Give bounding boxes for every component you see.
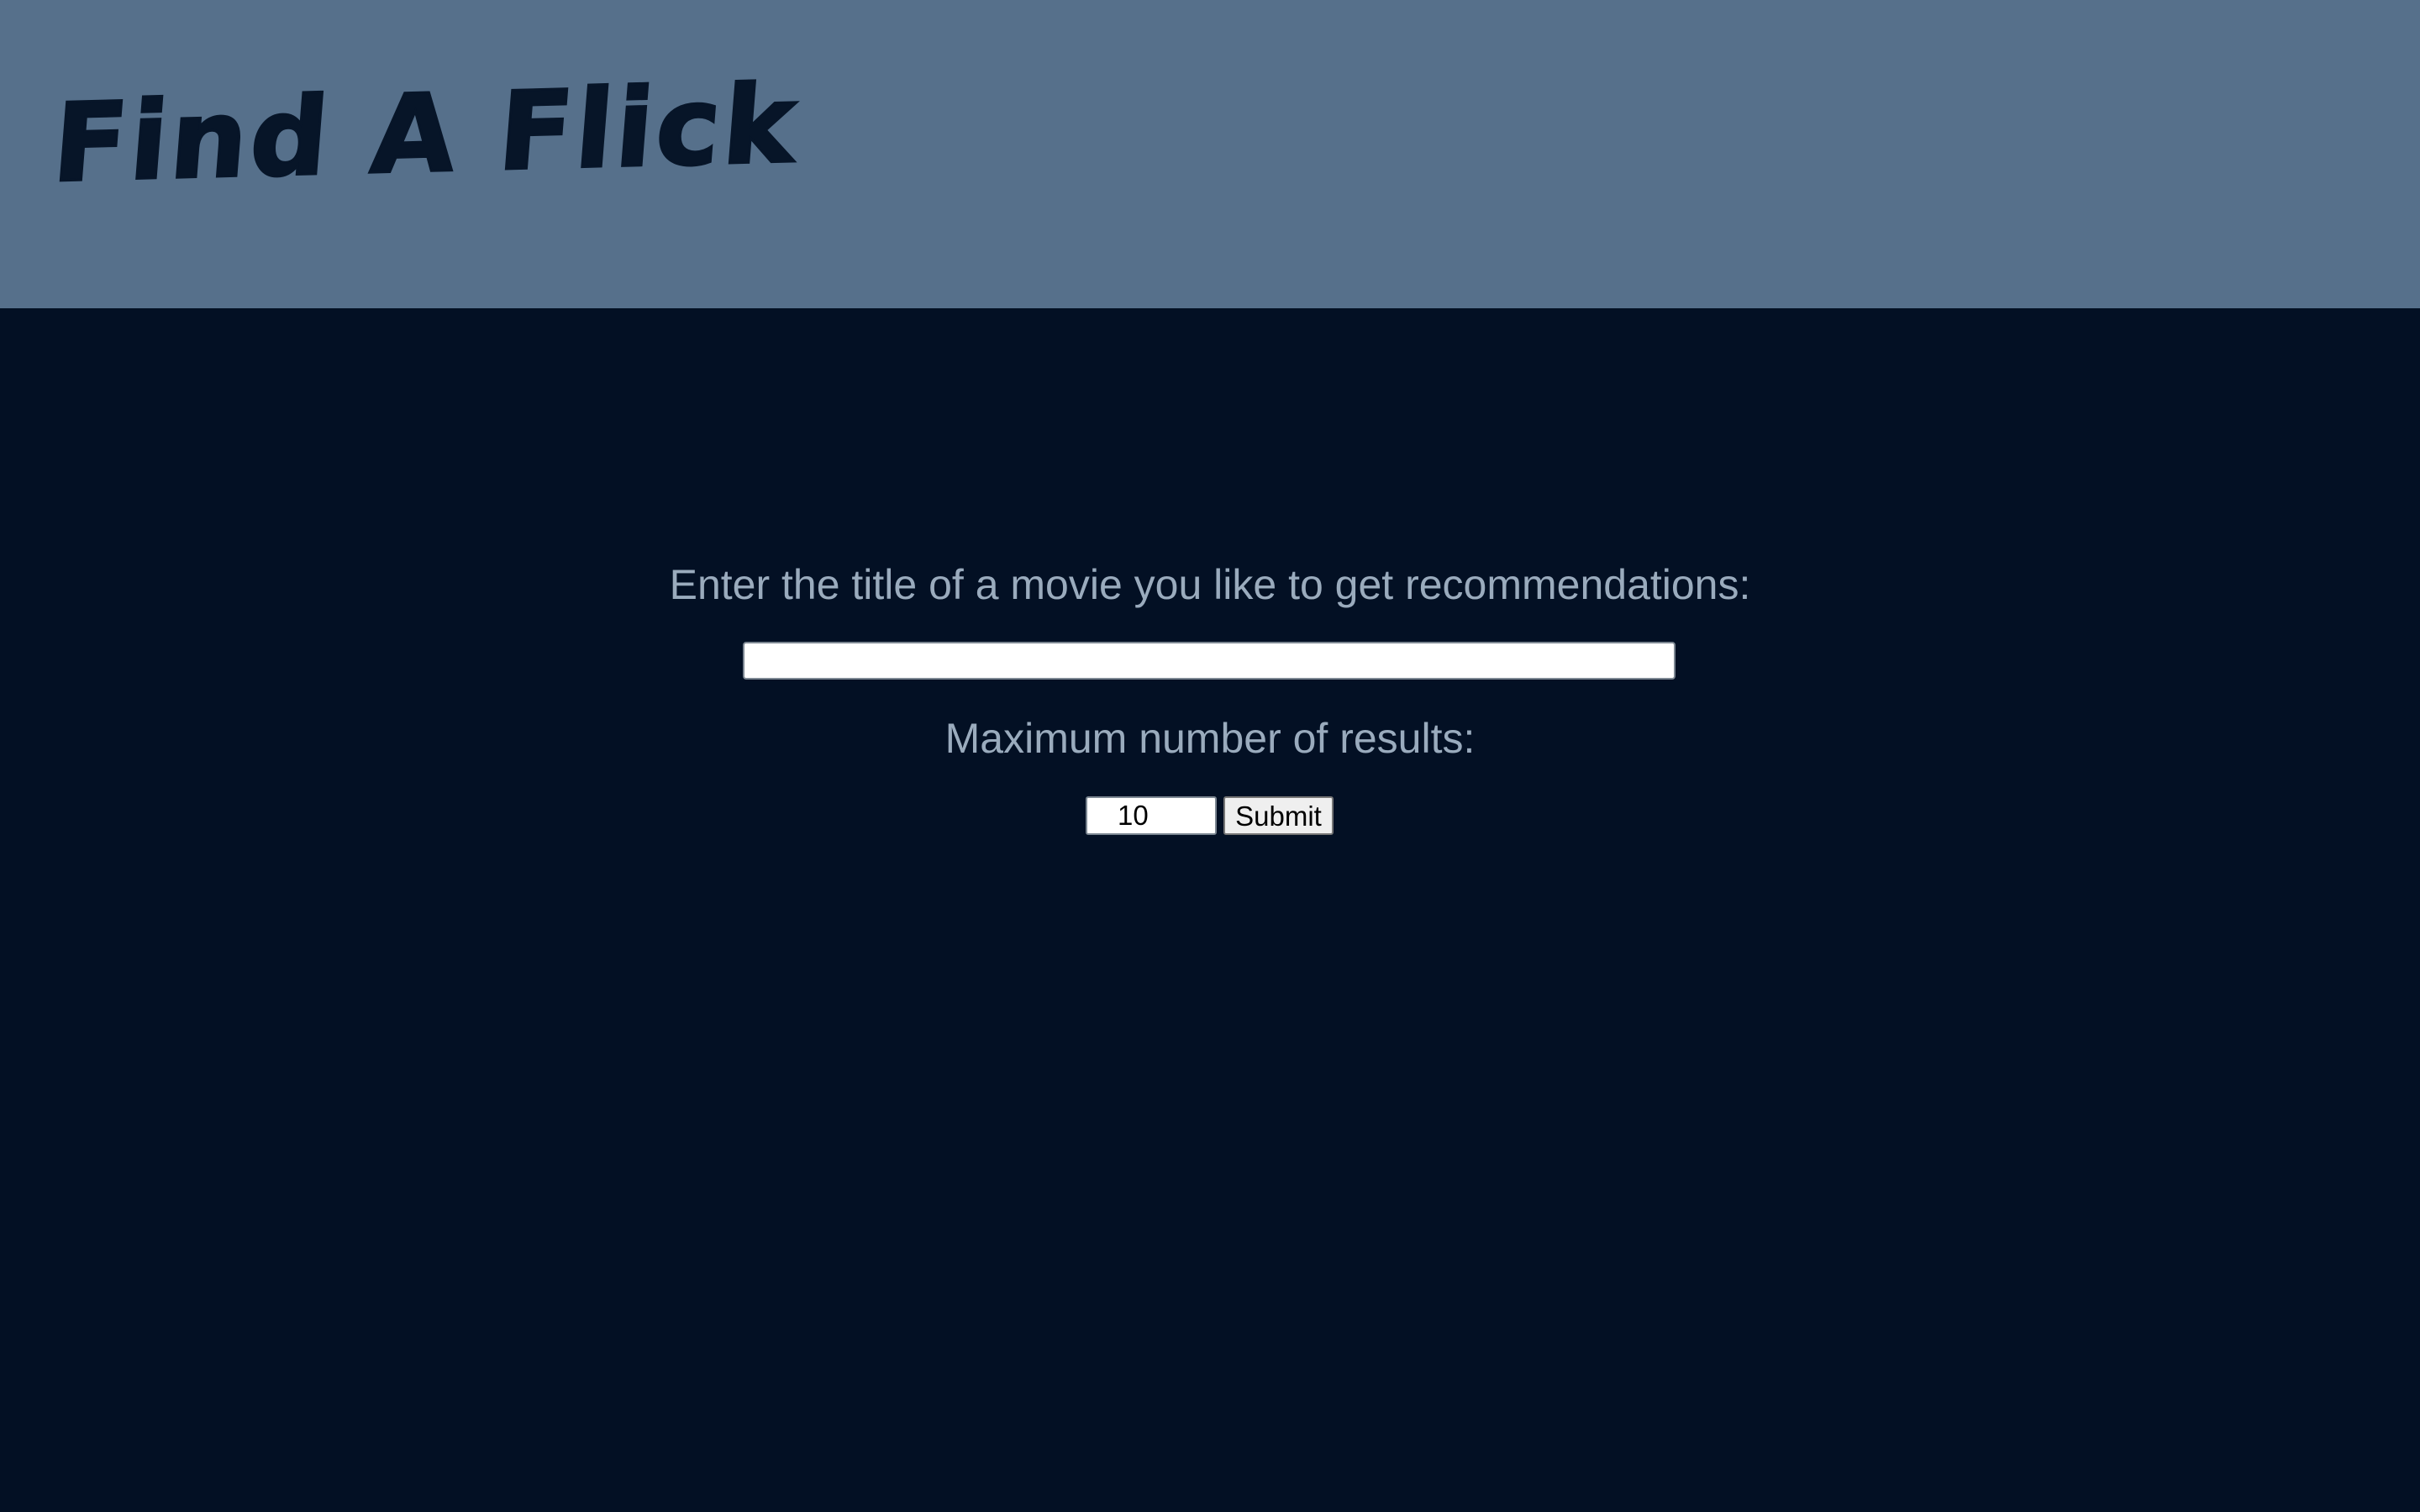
max-results-input[interactable] (1086, 796, 1217, 835)
max-results-prompt: Maximum number of results: (944, 715, 1476, 762)
movie-title-prompt: Enter the title of a movie you like to g… (669, 561, 1751, 608)
site-title: Find A Flick (48, 60, 805, 208)
movie-title-input[interactable] (743, 642, 1676, 680)
main-content: Enter the title of a movie you like to g… (0, 308, 2420, 1512)
submit-button[interactable]: Submit (1223, 796, 1334, 835)
site-header: Find A Flick (0, 0, 2420, 308)
